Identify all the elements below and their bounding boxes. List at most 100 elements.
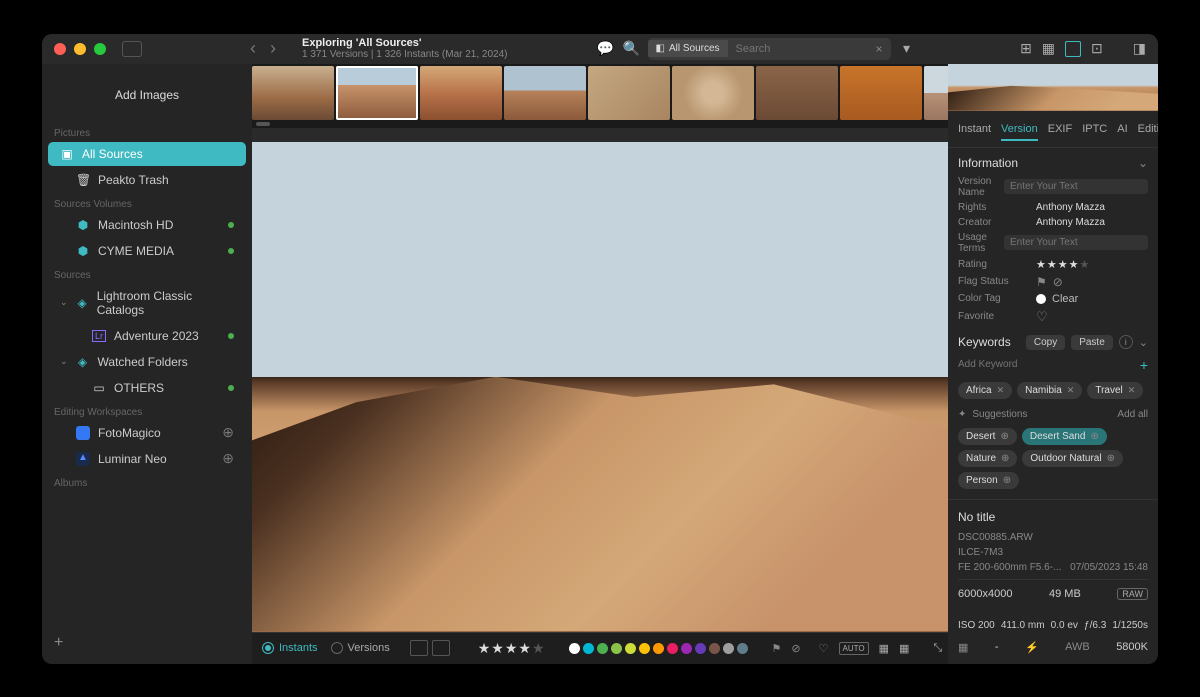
sidebar-toggle-icon[interactable] (122, 41, 142, 57)
color-dot[interactable] (737, 643, 748, 654)
rating-stars[interactable]: ★★★★★ (478, 640, 545, 657)
paste-button[interactable]: Paste (1071, 335, 1113, 350)
back-icon[interactable]: ‹ (250, 38, 256, 59)
map-icon[interactable]: ⊡ (1091, 40, 1103, 57)
info-header[interactable]: Information ⌄ (948, 148, 1158, 174)
sidebar-item-trash[interactable]: 🗑 Peakto Trash (48, 168, 246, 192)
thumbnail[interactable] (924, 66, 948, 120)
keyword-tag[interactable]: Africa✕ (958, 382, 1012, 399)
filter-icon[interactable]: ▾ (897, 40, 917, 57)
suggestion-tag[interactable]: Desert Sand⊕ (1022, 428, 1107, 445)
add-icon[interactable]: ⊕ (222, 424, 234, 441)
add-keyword-icon[interactable]: + (1140, 357, 1148, 373)
add-tag-icon[interactable]: ⊕ (1000, 431, 1008, 442)
sidebar-item-all-sources[interactable]: ▣ All Sources (48, 142, 246, 166)
keyword-tag[interactable]: Namibia✕ (1017, 382, 1082, 399)
add-icon[interactable]: ⊕ (222, 450, 234, 467)
image-viewer[interactable] (252, 142, 948, 632)
tab-version[interactable]: Version (1001, 123, 1038, 141)
filmstrip-icon[interactable]: ▦ (879, 642, 889, 655)
radio-on-icon[interactable] (262, 642, 274, 654)
keyword-input[interactable] (958, 359, 1140, 370)
add-tag-icon[interactable]: ⊕ (1003, 475, 1011, 486)
color-dot[interactable] (681, 643, 692, 654)
auto-badge[interactable]: AUTO (839, 642, 869, 655)
heart-icon[interactable]: ♡ (1036, 309, 1048, 325)
search-input[interactable] (728, 43, 868, 55)
heart-icon[interactable]: ♡ (819, 642, 829, 655)
color-dot[interactable] (695, 643, 706, 654)
color-dot[interactable] (625, 643, 636, 654)
histogram-icon[interactable]: ▦ (958, 641, 968, 654)
remove-tag-icon[interactable]: ✕ (997, 385, 1005, 396)
chevron-down-icon[interactable]: ⌄ (1139, 336, 1148, 349)
expand-icon[interactable]: ⤡ (933, 642, 942, 655)
version-name-input[interactable] (1004, 179, 1148, 194)
folder-icon[interactable] (432, 640, 450, 656)
sidebar-item-adventure[interactable]: Lr Adventure 2023 (48, 324, 246, 348)
thumbnail[interactable] (756, 66, 838, 120)
copy-button[interactable]: Copy (1026, 335, 1065, 350)
sidebar-item-others[interactable]: ▭ OTHERS (48, 376, 246, 400)
add-tag-icon[interactable]: ⊕ (1090, 431, 1098, 442)
thumbnail[interactable] (420, 66, 502, 120)
rating-stars-small[interactable]: ★★★★★ (1036, 258, 1089, 271)
star-icon[interactable]: ★ (491, 640, 504, 657)
sidebar-item-fotomagico[interactable]: FotoMagico ⊕ (48, 421, 246, 445)
add-all-button[interactable]: Add all (1117, 409, 1148, 420)
thumbnail[interactable] (672, 66, 754, 120)
thumbnail[interactable] (840, 66, 922, 120)
thumbnail[interactable] (504, 66, 586, 120)
single-view-icon[interactable] (1065, 41, 1081, 57)
chevron-down-icon[interactable]: ⌄ (1138, 156, 1148, 170)
minimize-icon[interactable] (74, 43, 86, 55)
tab-instant[interactable]: Instant (958, 123, 991, 141)
star-icon[interactable]: ★ (478, 640, 491, 657)
instants-toggle[interactable]: Instants (279, 642, 318, 654)
search-field[interactable]: ◧All Sources × (648, 38, 891, 60)
usage-input[interactable] (1004, 235, 1148, 250)
forward-icon[interactable]: › (270, 38, 276, 59)
color-dot[interactable] (667, 643, 678, 654)
reject-icon[interactable]: ⊘ (791, 642, 800, 655)
sidebar-item-watched[interactable]: ⌄ ◈ Watched Folders (48, 350, 246, 374)
sidebar-item-luminar[interactable]: ▲ Luminar Neo ⊕ (48, 447, 246, 471)
suggestion-tag[interactable]: Desert⊕ (958, 428, 1017, 445)
tab-iptc[interactable]: IPTC (1082, 123, 1107, 141)
reject-icon[interactable]: ⊘ (1053, 275, 1063, 289)
star-icon[interactable]: ★ (518, 640, 531, 657)
sidebar-item-cyme-media[interactable]: ⬢ CYME MEDIA (48, 239, 246, 263)
suggestion-tag[interactable]: Person⊕ (958, 472, 1019, 489)
versions-toggle[interactable]: Versions (348, 642, 390, 654)
radio-off-icon[interactable] (331, 642, 343, 654)
tab-edition[interactable]: Edition (1138, 123, 1158, 141)
color-dot[interactable] (597, 643, 608, 654)
color-dot[interactable] (653, 643, 664, 654)
sidebar-item-lightroom[interactable]: ⌄ ◈ Lightroom Classic Catalogs (48, 284, 246, 322)
color-dot[interactable] (639, 643, 650, 654)
search-scope-tag[interactable]: ◧All Sources (648, 40, 728, 57)
remove-tag-icon[interactable]: ✕ (1067, 385, 1075, 396)
chat-icon[interactable]: 💬 (596, 40, 616, 57)
star-icon[interactable]: ★ (505, 640, 518, 657)
keyword-tag[interactable]: Travel✕ (1087, 382, 1143, 399)
sidebar-item-macintosh-hd[interactable]: ⬢ Macintosh HD (48, 213, 246, 237)
color-dot[interactable] (569, 643, 580, 654)
grid-icon[interactable]: ▦ (1042, 40, 1055, 57)
suggestion-tag[interactable]: Nature⊕ (958, 450, 1017, 467)
chevron-down-icon[interactable]: ⌄ (60, 297, 68, 308)
add-tag-icon[interactable]: ⊕ (1107, 453, 1115, 464)
star-icon[interactable]: ★ (532, 640, 545, 657)
maximize-icon[interactable] (94, 43, 106, 55)
flag-icons[interactable]: ⚑⊘ (1036, 275, 1063, 289)
tab-exif[interactable]: EXIF (1048, 123, 1072, 141)
inspector-toggle-icon[interactable]: ◨ (1133, 40, 1146, 57)
doc-icon[interactable] (410, 640, 428, 656)
color-dot[interactable] (723, 643, 734, 654)
clear-search-icon[interactable]: × (868, 42, 891, 56)
tab-ai[interactable]: AI (1117, 123, 1127, 141)
info-icon[interactable]: i (1119, 335, 1133, 349)
add-icon[interactable]: + (54, 634, 63, 651)
thumbnail-strip[interactable] (252, 64, 948, 122)
thumbnail[interactable] (588, 66, 670, 120)
